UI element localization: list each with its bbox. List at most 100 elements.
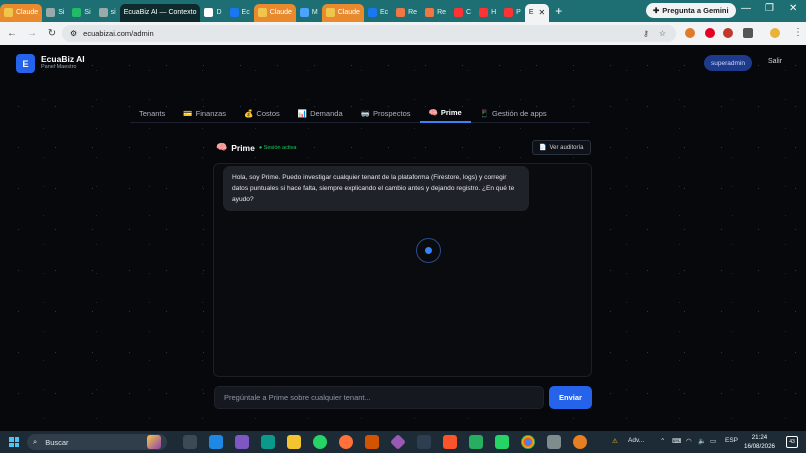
battery-icon[interactable]: ▭ <box>710 437 716 445</box>
claude-app-icon[interactable] <box>573 435 587 449</box>
extension-fox-icon[interactable] <box>685 28 695 38</box>
browser-tab[interactable]: P <box>500 4 525 22</box>
browser-tab[interactable]: Ec <box>364 4 392 22</box>
document-icon: 📄 <box>539 145 547 151</box>
browser-tab-label: Re <box>408 9 418 16</box>
browser-tab-label: EcuaBiz AI — Contexto <box>123 9 197 16</box>
taskbar-clock[interactable]: 21:24 16/08/2026 <box>744 433 775 451</box>
clock-date: 16/08/2026 <box>744 443 775 450</box>
brain-icon: 🧠 <box>216 142 228 152</box>
network-icon[interactable]: ⌨ <box>672 437 681 445</box>
nav-tab-gestión-de-apps[interactable]: 📱 Gestión de apps <box>471 103 556 123</box>
back-icon[interactable]: ← <box>4 28 20 39</box>
browser-tab[interactable]: EcuaBiz AI — Contexto <box>119 3 201 22</box>
browser-tab[interactable]: D <box>200 4 225 22</box>
app-green-icon[interactable] <box>469 435 483 449</box>
browser-tab-label: E <box>528 9 534 16</box>
task-view-icon[interactable] <box>183 435 197 449</box>
file-explorer-icon[interactable] <box>287 435 301 449</box>
site-info-icon[interactable]: ⚙ <box>70 29 77 38</box>
minimize-icon[interactable]: — <box>741 3 751 14</box>
app-grey-icon[interactable] <box>547 435 561 449</box>
forward-icon[interactable]: → <box>24 28 40 39</box>
app-orange-icon[interactable] <box>365 435 379 449</box>
taskbar-search[interactable]: ⌕ Buscar <box>27 434 167 450</box>
pinterest-icon[interactable] <box>705 28 715 38</box>
close-tab-icon[interactable]: ✕ <box>538 8 545 17</box>
bookmark-star-icon[interactable]: ☆ <box>659 29 666 38</box>
browser-tab[interactable]: Claude <box>321 3 364 22</box>
browser-tab-label: H <box>491 9 497 16</box>
browser-tab-label: Si <box>58 9 65 16</box>
chrome-icon[interactable] <box>521 435 535 449</box>
view-audit-button[interactable]: 📄 Ver auditoría <box>532 140 591 155</box>
close-window-icon[interactable]: ✕ <box>789 3 797 14</box>
chat-input[interactable]: Pregúntale a Prime sobre cualquier tenan… <box>214 386 544 409</box>
profile-avatar[interactable] <box>770 28 780 38</box>
nav-tab-icon: 🧠 <box>428 107 438 117</box>
windows-taskbar: ⌕ Buscar ⚠ Adv... ⌃ ⌨ ◠ 🔈 ▭ ESP 21:24 16… <box>0 431 806 453</box>
firefox-icon[interactable] <box>339 435 353 449</box>
brave-icon[interactable] <box>443 435 457 449</box>
volume-icon[interactable]: 🔈 <box>698 437 706 445</box>
whatsapp-business-icon[interactable] <box>495 435 509 449</box>
browser-tab[interactable]: si <box>95 4 120 22</box>
copilot-icon[interactable] <box>235 435 249 449</box>
app-purple-icon[interactable] <box>390 434 406 450</box>
logout-button[interactable]: Salir <box>768 58 782 65</box>
html-editor-icon[interactable] <box>417 435 431 449</box>
notifications-badge[interactable]: 43 <box>786 436 798 448</box>
youtube-icon <box>479 8 489 17</box>
gemini-plus-icon: ✚ <box>653 6 660 15</box>
send-button[interactable]: Enviar <box>549 386 592 409</box>
new-tab-button[interactable]: + <box>555 4 562 18</box>
whatsapp-icon[interactable] <box>313 435 327 449</box>
nav-tab-prime[interactable]: 🧠 Prime <box>419 103 471 123</box>
outlook-icon[interactable] <box>209 435 223 449</box>
nav-tab-tenants[interactable]: Tenants <box>130 103 174 123</box>
browser-tab[interactable]: Ec <box>226 4 254 22</box>
maximize-icon[interactable]: ❐ <box>765 3 774 14</box>
nav-tab-demanda[interactable]: 📊 Demanda <box>289 103 352 123</box>
browser-tab[interactable]: Claude <box>0 3 43 22</box>
url-field[interactable]: ⚙ ecuabizai.com/admin ⚷ ☆ <box>62 25 676 42</box>
assistant-message: Hola, soy Prime. Puedo investigar cualqu… <box>223 166 529 211</box>
browser-tab[interactable]: H <box>475 4 500 22</box>
chevron-up-icon[interactable]: ⌃ <box>660 437 665 445</box>
browser-menu-icon[interactable]: ⋮ <box>790 27 806 38</box>
browser-tab[interactable]: Si <box>42 4 68 22</box>
nav-tab-icon: 📊 <box>297 108 308 118</box>
gemini-label: Pregunta a Gemini <box>662 6 729 15</box>
windows-start-icon[interactable] <box>9 437 19 447</box>
tray-alert-label[interactable]: Adv... <box>628 437 644 444</box>
claude-icon <box>4 8 13 17</box>
gemini-button[interactable]: ✚ Pregunta a Gemini <box>646 3 736 18</box>
nav-tab-icon: 💳 <box>183 108 193 118</box>
extension-red-icon[interactable] <box>723 28 733 38</box>
browser-tab[interactable]: M <box>296 4 322 22</box>
facebook-icon <box>229 8 239 17</box>
browser-tab[interactable]: C <box>450 4 475 22</box>
nav-tab-costos[interactable]: 💰 Costos <box>235 103 289 123</box>
gmail-icon <box>425 8 435 17</box>
nav-tab-label: Prospectos <box>372 108 411 118</box>
browser-tab[interactable]: Re <box>392 4 421 22</box>
language-indicator[interactable]: ESP <box>725 437 738 444</box>
search-label: Buscar <box>45 437 69 447</box>
copilot-sparkle-icon[interactable] <box>147 435 161 449</box>
reload-icon[interactable]: ↻ <box>44 28 60 39</box>
password-key-icon[interactable]: ⚷ <box>643 29 649 38</box>
edge-icon[interactable] <box>261 435 275 449</box>
browser-tab[interactable]: Re <box>421 4 450 22</box>
warning-icon[interactable]: ⚠ <box>612 437 618 445</box>
clock-time: 21:24 <box>751 434 768 441</box>
browser-tab[interactable]: Si <box>68 4 94 22</box>
nav-tab-finanzas[interactable]: 💳 Finanzas <box>174 103 235 123</box>
browser-tab[interactable]: E ✕ <box>524 3 550 22</box>
nav-tab-prospectos[interactable]: 🥽 Prospectos <box>352 103 420 123</box>
extensions-puzzle-icon[interactable] <box>743 28 753 38</box>
search-icon: ⌕ <box>33 437 38 446</box>
wifi-icon[interactable]: ◠ <box>686 437 692 445</box>
nav-tab-icon: 📱 <box>479 108 490 118</box>
browser-tab[interactable]: Claude <box>253 3 296 22</box>
